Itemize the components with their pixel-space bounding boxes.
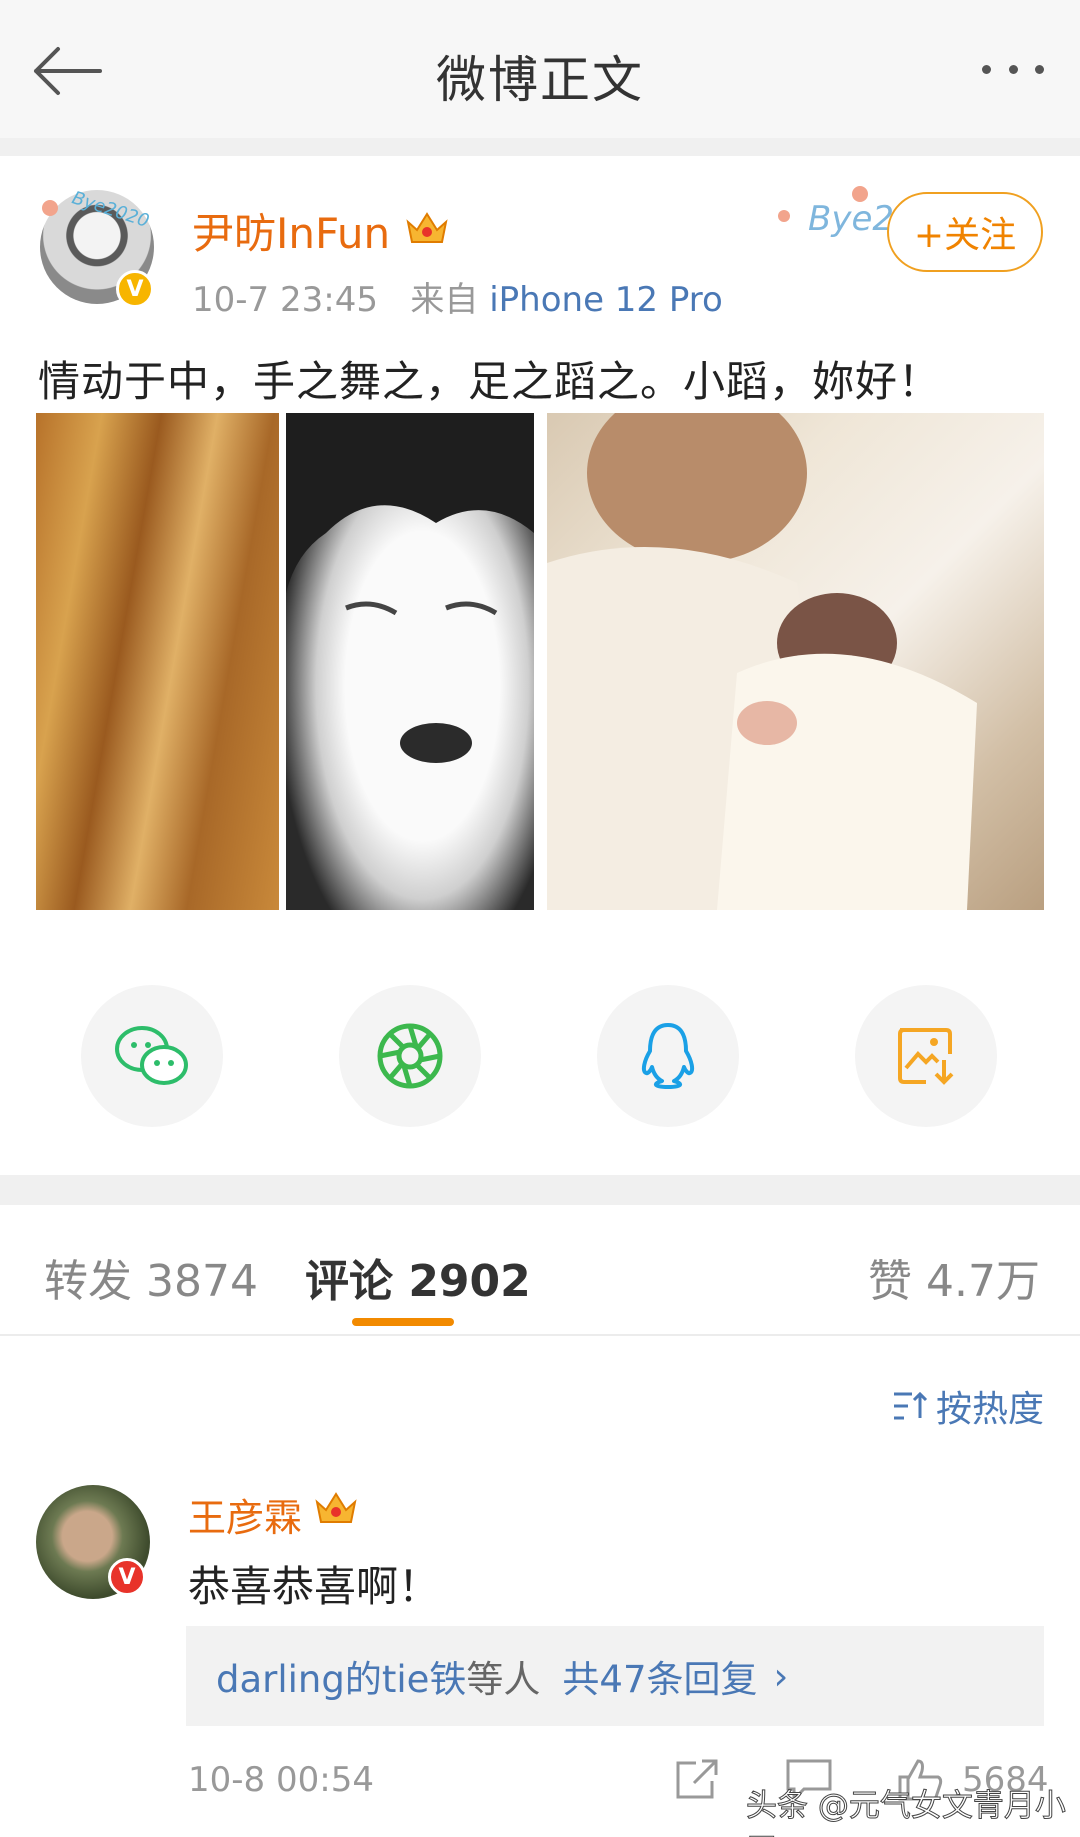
face-sketch [286,413,534,763]
share-moments-button[interactable] [339,985,481,1127]
save-image-icon [898,1028,954,1085]
top-bar: 微博正文 [0,0,1080,138]
comment-time: 10-8 00:54 [188,1760,374,1800]
verified-badge-icon: V [108,1558,146,1596]
sort-label: 按热度 [935,1389,1044,1430]
tab-likes[interactable]: 赞 4.7万 [868,1245,1040,1309]
more-button[interactable] [968,44,1058,94]
tab-comments[interactable]: 评论 2902 [305,1245,531,1309]
vip-crown-icon [315,1492,357,1523]
sort-button[interactable]: 按热度 [892,1380,1044,1432]
page-title: 微博正文 [436,51,644,109]
divider [0,1334,1080,1336]
comment-text: 恭喜恭喜啊！ [188,1562,441,1611]
svg-text:Bye2: Bye2 [808,199,894,239]
separator [0,1175,1080,1205]
qq-icon [641,1023,695,1089]
save-image-button[interactable] [855,985,997,1127]
post-image-ultrasound[interactable] [36,413,279,910]
reply-summary[interactable]: darling的tie铁 等人 共47条回复 › [186,1626,1044,1726]
post-image-father-newborn[interactable] [547,413,1044,910]
more-dots-icon [982,64,991,74]
commenter-name[interactable]: 王彦霖 [188,1487,302,1542]
wechat-icon [115,1026,188,1085]
tab-repost[interactable]: 转发 3874 [44,1245,258,1309]
post-source-prefix: 来自 [410,280,479,320]
svg-text:Bye2020: Bye2020 [69,187,151,232]
active-tab-indicator [352,1318,454,1326]
separator [0,138,1080,156]
post-time: 10-7 23:45 [192,280,378,320]
chevron-right-icon: › [773,1654,789,1698]
follow-button[interactable]: +关注 [887,192,1043,272]
reply-count[interactable]: 共47条回复 [562,1649,757,1703]
photo-sketch [547,413,977,910]
reply-users-suffix: 等人 [466,1658,541,1701]
vip-crown-icon [406,212,448,243]
author-name[interactable]: 尹昉InFun [192,200,390,261]
share-qq-button[interactable] [597,985,739,1127]
post-source[interactable]: iPhone 12 Pro [489,280,723,320]
verified-badge-icon: V [116,270,154,308]
moments-icon [377,1023,443,1089]
post-text: 情动于中，手之舞之，足之蹈之。小蹈，妳好！ [38,357,942,406]
post-meta: 10-7 23:45 来自 iPhone 12 Pro [192,272,723,321]
share-comment-icon[interactable] [672,1757,722,1803]
post-image-sleeping-face[interactable] [286,413,534,910]
share-wechat-button[interactable] [81,985,223,1127]
watermark: 头条 @元气女文青月小牙 [746,1788,1067,1837]
reply-users[interactable]: darling的tie铁 [216,1649,466,1703]
sort-icon [893,1391,928,1420]
avatar-decoration-frame: Bye2020 [42,187,152,232]
card-decoration: Bye2 [778,186,894,239]
